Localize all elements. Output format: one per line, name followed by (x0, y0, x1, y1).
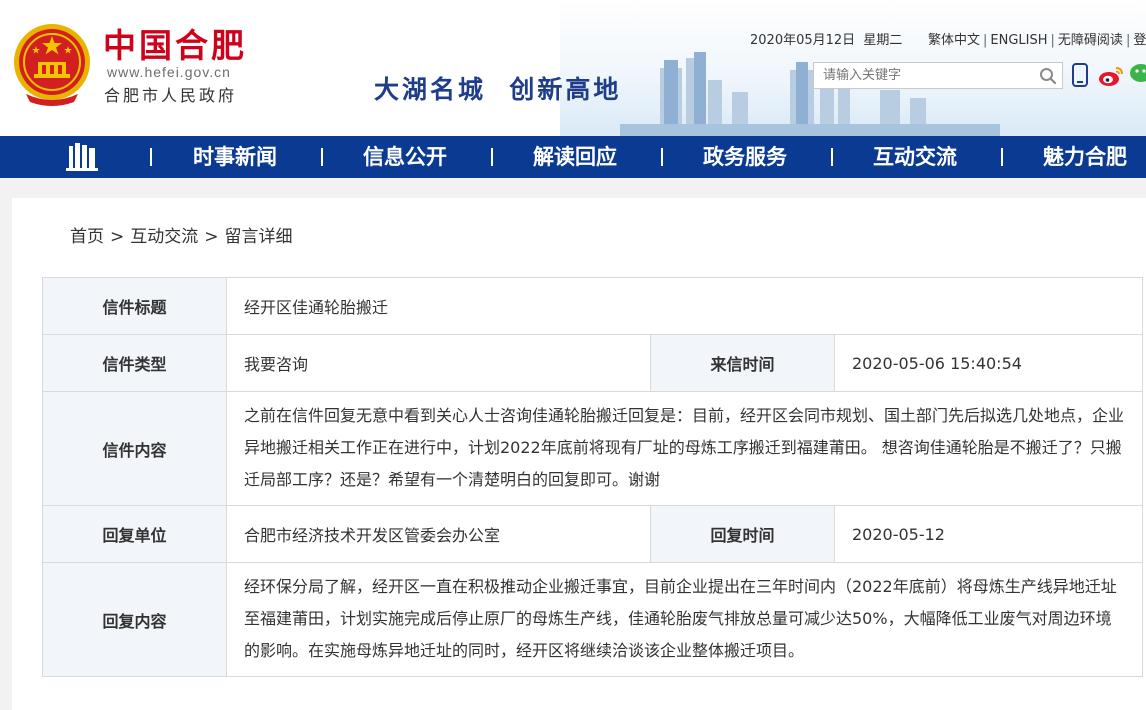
link-accessibility[interactable]: 无障碍阅读 (1058, 33, 1123, 48)
reply-time-label: 回复时间 (650, 505, 835, 563)
site-url: www.hefei.gov.cn (107, 64, 231, 80)
nav-separator (1001, 148, 1003, 166)
letter-title-value: 经开区佳通轮胎搬迁 (226, 277, 1143, 335)
nav-separator (491, 148, 493, 166)
breadcrumb-interaction[interactable]: 互动交流 (130, 227, 198, 247)
search-box (813, 62, 1063, 89)
mobile-icon[interactable] (1072, 63, 1088, 87)
table-row: 信件标题 经开区佳通轮胎搬迁 (42, 277, 1143, 335)
letter-type-value: 我要咨询 (226, 334, 651, 392)
letter-time-label: 来信时间 (650, 334, 835, 392)
main-content: 首页 > 互动交流 > 留言详细 信件标题 经开区佳通轮胎搬迁 信件类型 我要咨询 来信… (12, 198, 1146, 710)
table-row: 回复内容 经环保分局了解，经开区一直在积极推动企业搬迁事宜，目前企业提出在三年时… (42, 562, 1143, 677)
reply-unit-label: 回复单位 (42, 505, 227, 563)
site-government-name: 合肥市人民政府 (104, 86, 238, 105)
link-separator: | (983, 33, 988, 48)
breadcrumb-separator: > (110, 227, 125, 247)
site-slogan: 大湖名城 创新高地 (374, 75, 622, 104)
emblem-icon (14, 24, 90, 106)
main-navigation: 时事新闻 信息公开 解读回应 政务服务 互动交流 魅力合肥 (0, 136, 1146, 178)
table-row: 信件内容 之前在信件回复无意中看到关心人士咨询佳通轮胎搬迁回复是：目前，经开区会… (42, 391, 1143, 506)
nav-separator (321, 148, 323, 166)
site-name[interactable]: 中国合肥 (103, 26, 247, 66)
breadcrumb-current: 留言详细 (224, 227, 293, 247)
nav-item-interpretation[interactable]: 解读回应 (533, 136, 617, 178)
nav-item-interaction[interactable]: 互动交流 (873, 136, 957, 178)
nav-item-news[interactable]: 时事新闻 (193, 136, 277, 178)
breadcrumb-home[interactable]: 首页 (70, 227, 104, 247)
breadcrumb: 首页 > 互动交流 > 留言详细 (70, 222, 293, 247)
wechat-icon[interactable] (1130, 63, 1146, 87)
link-separator: | (1125, 33, 1131, 48)
nav-item-government-services[interactable]: 政务服务 (703, 136, 787, 178)
letter-content-label: 信件内容 (42, 391, 227, 506)
letter-content-value: 之前在信件回复无意中看到关心人士咨询佳通轮胎搬迁回复是：目前，经开区会同市规划、… (226, 391, 1143, 506)
nav-separator (831, 148, 833, 166)
link-login[interactable]: 登 (1133, 33, 1146, 48)
table-row: 信件类型 我要咨询 来信时间 2020-05-06 15:40:54 (42, 334, 1143, 392)
reply-content-value: 经环保分局了解，经开区一直在积极推动企业搬迁事宜，目前企业提出在三年时间内（20… (226, 562, 1143, 677)
letter-time-value: 2020-05-06 15:40:54 (834, 334, 1143, 392)
reply-time-value: 2020-05-12 (834, 505, 1143, 563)
current-date: 2020年05月12日 星期二 (750, 33, 903, 48)
reply-unit-value: 合肥市经济技术开发区管委会办公室 (226, 505, 651, 563)
top-links: 繁体中文 | ENGLISH | 无障碍阅读 | 登 (928, 29, 1146, 48)
search-button[interactable] (1034, 63, 1062, 88)
breadcrumb-separator: > (204, 227, 219, 247)
link-english[interactable]: ENGLISH (990, 33, 1047, 48)
nav-separator (150, 148, 152, 166)
site-header: 中国合肥 www.hefei.gov.cn 合肥市人民政府 大湖名城 创新高地 … (0, 0, 1146, 136)
search-icon (1040, 67, 1057, 84)
weibo-icon[interactable] (1098, 65, 1124, 87)
link-separator: | (1050, 33, 1055, 48)
building-icon[interactable] (64, 142, 100, 172)
letter-type-label: 信件类型 (42, 334, 227, 392)
link-traditional-chinese[interactable]: 繁体中文 (928, 33, 980, 48)
nav-item-charming-hefei[interactable]: 魅力合肥 (1043, 136, 1127, 178)
letter-title-label: 信件标题 (42, 277, 227, 335)
letter-detail-table: 信件标题 经开区佳通轮胎搬迁 信件类型 我要咨询 来信时间 2020-05-06… (42, 277, 1143, 677)
reply-content-label: 回复内容 (42, 562, 227, 677)
nav-item-info-disclosure[interactable]: 信息公开 (363, 136, 447, 178)
table-row: 回复单位 合肥市经济技术开发区管委会办公室 回复时间 2020-05-12 (42, 505, 1143, 563)
nav-separator (661, 148, 663, 166)
search-input[interactable] (814, 63, 1036, 88)
